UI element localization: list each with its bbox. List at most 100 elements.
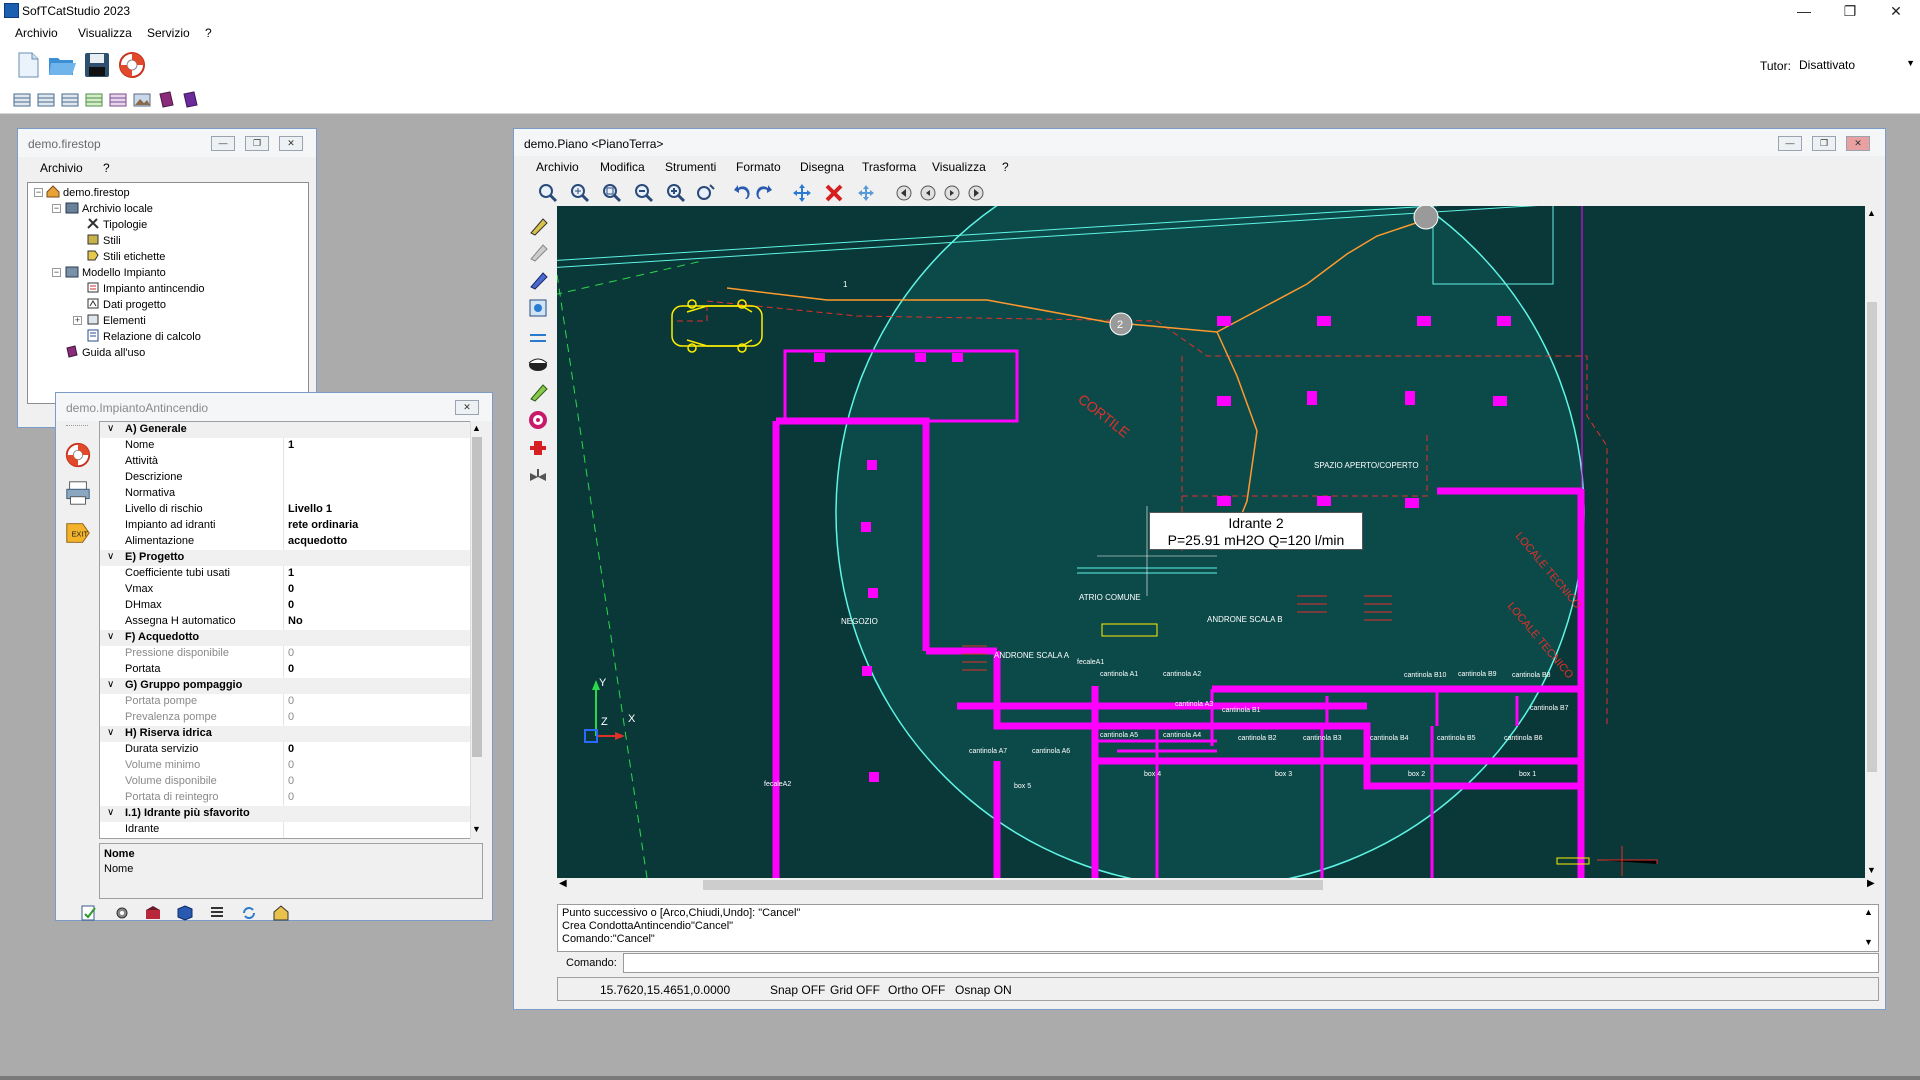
- property-row[interactable]: Assegna H automatico No: [100, 614, 470, 630]
- property-category[interactable]: ∨ A) Generale: [100, 422, 470, 438]
- close-button[interactable]: ✕: [1873, 0, 1919, 22]
- tree-item-archivio-locale[interactable]: Archivio locale: [65, 201, 153, 217]
- property-value[interactable]: 0: [288, 695, 294, 707]
- property-row[interactable]: Portata 0: [100, 662, 470, 678]
- hydrant-icon[interactable]: [527, 437, 551, 459]
- table-icon[interactable]: [12, 90, 32, 110]
- property-row[interactable]: Prevalenza pompe 0: [100, 710, 470, 726]
- menu-help[interactable]: ?: [1002, 160, 1009, 174]
- menu-archivio[interactable]: Archivio: [15, 26, 58, 40]
- property-row[interactable]: Alimentazione acquedotto: [100, 534, 470, 550]
- scroll-down-icon[interactable]: ▼: [472, 824, 481, 834]
- collapse-toggle[interactable]: ∨: [107, 727, 114, 738]
- property-row[interactable]: Livello di rischio Livello 1: [100, 502, 470, 518]
- measure-icon[interactable]: [527, 381, 551, 403]
- redo-icon[interactable]: [754, 183, 774, 203]
- minimize-button[interactable]: —: [1778, 136, 1802, 151]
- symbol-icon[interactable]: [527, 297, 551, 319]
- scroll-thumb[interactable]: [1867, 302, 1877, 772]
- collapse-toggle[interactable]: ∨: [107, 807, 114, 818]
- next-icon[interactable]: [944, 185, 960, 201]
- property-row[interactable]: Pressione disponibile 0: [100, 646, 470, 662]
- command-input[interactable]: [623, 953, 1879, 973]
- vertical-scrollbar[interactable]: ▲ ▼: [1865, 206, 1879, 878]
- select-icon[interactable]: [527, 215, 551, 237]
- collapse-toggle[interactable]: ∨: [107, 631, 114, 642]
- property-value[interactable]: 0: [288, 583, 294, 595]
- pencil-icon[interactable]: [527, 241, 551, 263]
- property-value[interactable]: 0: [288, 647, 294, 659]
- menu-archivio[interactable]: Archivio: [40, 161, 83, 175]
- menu-modifica[interactable]: Modifica: [600, 160, 645, 174]
- property-value[interactable]: No: [288, 615, 303, 627]
- lifebuoy-icon[interactable]: [117, 50, 147, 80]
- collapse-toggle[interactable]: ∨: [107, 679, 114, 690]
- zoom-out-icon[interactable]: [634, 183, 654, 203]
- house-tool-icon[interactable]: [272, 904, 290, 922]
- property-row[interactable]: Idrante: [100, 822, 470, 838]
- property-row[interactable]: Durata servizio 0: [100, 742, 470, 758]
- property-category[interactable]: ∨ H) Riserva idrica: [100, 726, 470, 742]
- scroll-thumb[interactable]: [472, 437, 482, 757]
- osnap-toggle[interactable]: Osnap ON: [955, 983, 1012, 997]
- target-icon[interactable]: [527, 409, 551, 431]
- property-row[interactable]: Descrizione: [100, 470, 470, 486]
- zoom-extents-icon[interactable]: [570, 183, 590, 203]
- menu-help[interactable]: ?: [205, 26, 212, 40]
- zoom-window-icon[interactable]: [538, 183, 558, 203]
- new-file-icon[interactable]: [13, 50, 43, 80]
- table-icon[interactable]: [36, 90, 56, 110]
- restore-button[interactable]: ❐: [1812, 136, 1836, 151]
- tree-item-relazione-calcolo[interactable]: Relazione di calcolo: [86, 329, 201, 345]
- minimize-button[interactable]: —: [211, 136, 235, 151]
- scroll-right-icon[interactable]: ▶: [1867, 878, 1875, 889]
- collapse-toggle[interactable]: ∨: [107, 423, 114, 434]
- property-row[interactable]: Vmax 0: [100, 582, 470, 598]
- save-icon[interactable]: [82, 50, 112, 80]
- property-row[interactable]: Attività: [100, 454, 470, 470]
- snap-toggle[interactable]: Snap OFF: [770, 983, 825, 997]
- image-icon[interactable]: [132, 90, 152, 110]
- close-button[interactable]: ✕: [455, 400, 479, 415]
- pen-icon[interactable]: [527, 269, 551, 291]
- menu-visualizza[interactable]: Visualizza: [932, 160, 986, 174]
- tree-item-modello-impianto[interactable]: Modello Impianto: [65, 265, 166, 281]
- tree-item-stili[interactable]: Stili: [86, 233, 121, 249]
- close-button[interactable]: ✕: [1846, 136, 1870, 151]
- property-row[interactable]: Normativa: [100, 486, 470, 502]
- gear-icon[interactable]: [113, 904, 131, 922]
- lifebuoy-icon[interactable]: [64, 441, 92, 469]
- property-value[interactable]: 0: [288, 759, 294, 771]
- property-value[interactable]: 0: [288, 663, 294, 675]
- minimize-button[interactable]: —: [1781, 0, 1827, 22]
- last-icon[interactable]: [968, 185, 984, 201]
- property-value[interactable]: 0: [288, 599, 294, 611]
- expand-toggle[interactable]: +: [73, 316, 82, 325]
- tree-item-tipologie[interactable]: Tipologie: [86, 217, 147, 233]
- tree-item-dati-progetto[interactable]: Dati progetto: [86, 297, 166, 313]
- property-category[interactable]: ∨ G) Gruppo pompaggio: [100, 678, 470, 694]
- property-value[interactable]: Livello 1: [288, 503, 332, 515]
- property-value[interactable]: 0: [288, 711, 294, 723]
- restore-button[interactable]: ❐: [245, 136, 269, 151]
- property-value[interactable]: acquedotto: [288, 535, 347, 547]
- scroll-down-icon[interactable]: ▼: [1864, 937, 1873, 947]
- menu-disegna[interactable]: Disegna: [800, 160, 844, 174]
- table-purple-icon[interactable]: [108, 90, 128, 110]
- property-row[interactable]: Portata di reintegro 0: [100, 790, 470, 806]
- property-row[interactable]: DHmax 0: [100, 598, 470, 614]
- scroll-down-icon[interactable]: ▼: [1867, 865, 1876, 875]
- scroll-up-icon[interactable]: ▲: [472, 423, 481, 433]
- printer-icon[interactable]: [64, 479, 92, 507]
- property-row[interactable]: Impianto ad idranti rete ordinaria: [100, 518, 470, 534]
- scroll-up-icon[interactable]: ▲: [1867, 208, 1876, 218]
- property-value[interactable]: 1: [288, 567, 294, 579]
- collapse-toggle[interactable]: −: [34, 188, 43, 197]
- property-category[interactable]: ∨ E) Progetto: [100, 550, 470, 566]
- horizontal-scrollbar[interactable]: ◀ ▶: [557, 878, 1879, 892]
- menu-visualizza[interactable]: Visualizza: [78, 26, 132, 40]
- property-row[interactable]: Volume minimo 0: [100, 758, 470, 774]
- property-value[interactable]: 1: [288, 439, 294, 451]
- property-value[interactable]: rete ordinaria: [288, 519, 358, 531]
- tutor-select[interactable]: Disattivato ▼: [1795, 54, 1917, 76]
